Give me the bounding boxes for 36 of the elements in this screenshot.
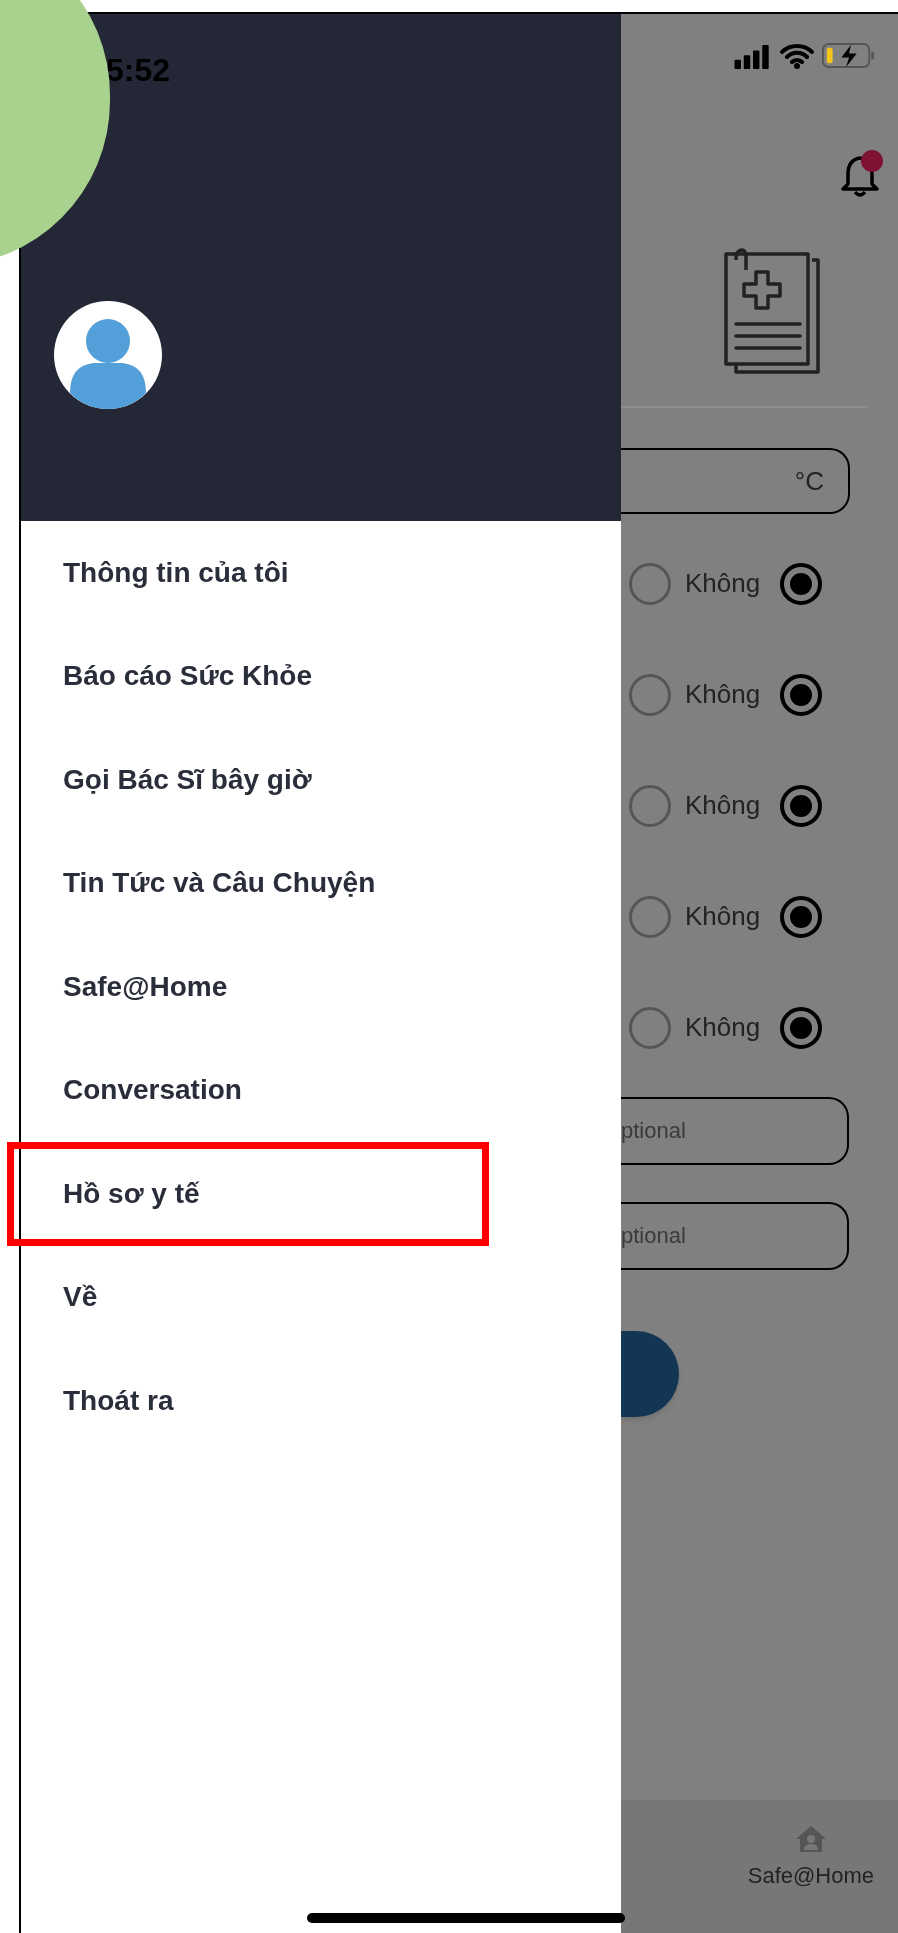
radio-label: Không bbox=[685, 1011, 761, 1044]
radio-button[interactable] bbox=[780, 562, 823, 605]
drawer-menu-item[interactable]: Safe@Home bbox=[21, 935, 621, 1039]
signal-icon bbox=[734, 45, 772, 69]
radio-button[interactable] bbox=[629, 1006, 671, 1049]
radio-label: Không bbox=[685, 678, 761, 711]
submit-button[interactable] bbox=[621, 1331, 679, 1417]
radio-label: Không bbox=[685, 567, 761, 600]
drawer-menu-item[interactable]: Gọi Bác Sĩ bây giờ bbox=[21, 728, 621, 832]
radio-button[interactable] bbox=[629, 562, 671, 605]
radio-label: Không bbox=[685, 900, 761, 933]
temperature-field[interactable]: °C bbox=[621, 448, 850, 514]
radio-button[interactable] bbox=[780, 784, 823, 827]
radio-button[interactable] bbox=[629, 895, 671, 938]
drawer-menu-item[interactable]: Hồ sơ y tế bbox=[21, 1142, 621, 1246]
drawer-menu-item[interactable]: Thông tin của tôi bbox=[21, 521, 621, 625]
drawer-menu-item[interactable]: Tin Tức và Câu Chuyện bbox=[21, 831, 621, 935]
text-input-field[interactable]: ptional bbox=[621, 1202, 849, 1270]
home-icon bbox=[794, 1825, 827, 1853]
wifi-icon bbox=[780, 43, 814, 69]
bell-icon bbox=[840, 154, 880, 198]
radio-button[interactable] bbox=[629, 784, 671, 827]
radio-button[interactable] bbox=[780, 673, 823, 716]
radio-button[interactable] bbox=[780, 895, 823, 938]
radio-button[interactable] bbox=[780, 1006, 823, 1049]
drawer-menu-item[interactable]: Báo cáo Sức Khỏe bbox=[21, 624, 621, 728]
radio-label: Không bbox=[685, 789, 761, 822]
radio-button[interactable] bbox=[629, 673, 671, 716]
avatar-icon bbox=[54, 301, 162, 409]
text-input-field[interactable]: ptional bbox=[621, 1097, 849, 1165]
drawer-menu-item[interactable]: Về bbox=[21, 1245, 621, 1349]
drawer-menu-item[interactable]: Thoát ra bbox=[21, 1349, 621, 1453]
tab-item[interactable]: Safe@Home bbox=[747, 1825, 874, 1933]
drawer-menu-item[interactable]: Conversation bbox=[21, 1038, 621, 1142]
battery-icon bbox=[822, 42, 876, 69]
tab-label: Safe@Home bbox=[747, 1862, 874, 1890]
